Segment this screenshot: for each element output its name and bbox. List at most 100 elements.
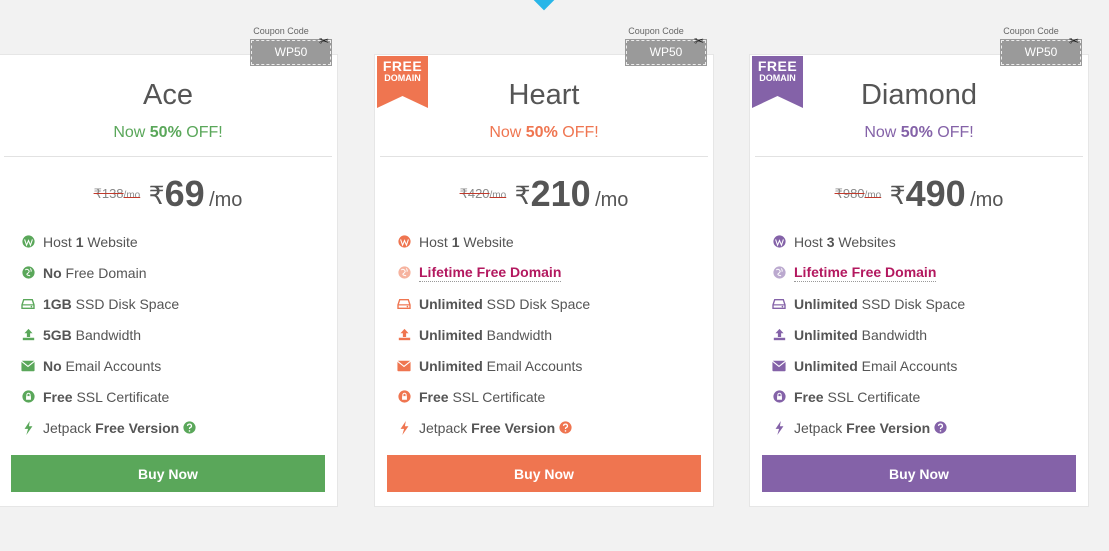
feature-text: Bandwidth [482, 326, 553, 343]
price: ₹138/mo ₹69 /mo [0, 173, 337, 215]
old-price-period: /mo [123, 190, 141, 201]
feature-item: Unlimited Bandwidth [772, 319, 965, 350]
feature-text: Free Version [471, 419, 556, 436]
envelope-icon [772, 360, 786, 372]
currency-symbol: ₹ [889, 182, 906, 210]
feature-item: Host 1 Website [397, 226, 590, 257]
feature-text: Jetpack [43, 419, 96, 436]
feature-text: No [43, 264, 62, 281]
lock-icon [772, 390, 786, 403]
upload-icon [21, 328, 35, 341]
feature-text: Unlimited [794, 357, 858, 374]
feature-text: Host [794, 233, 827, 250]
price: ₹420/mo ₹210 /mo [375, 173, 713, 215]
ribbon-line1: FREE [382, 58, 423, 74]
coupon-label: Coupon Code [1003, 26, 1059, 36]
offer-percent: 50% [525, 124, 558, 141]
feature-text: 1 [75, 233, 84, 250]
feature-text: SSL Certificate [448, 388, 546, 405]
feature-item: Lifetime Free Domain [772, 257, 965, 288]
feature-item: Jetpack Free Version [772, 412, 965, 443]
feature-text: Email Accounts [61, 357, 162, 374]
feature-text: 1GB [43, 295, 72, 312]
feature-list: Host 3 Websites Lifetime Free Domain Unl… [772, 226, 965, 443]
feature-text: Unlimited [419, 295, 483, 312]
help-icon[interactable] [183, 421, 196, 434]
old-price: ₹980/mo [835, 186, 882, 201]
globe-icon [21, 266, 35, 279]
old-price-value: ₹980 [834, 186, 865, 201]
free-domain-link[interactable]: Lifetime Free Domain [794, 264, 937, 282]
feature-item: Unlimited SSD Disk Space [397, 288, 590, 319]
bolt-icon [21, 420, 35, 435]
offer-text: Now 50% OFF! [0, 124, 337, 142]
buy-now-button[interactable]: Buy Now [11, 455, 325, 492]
coupon-label: Coupon Code [253, 26, 309, 36]
feature-text: Bandwidth [71, 326, 142, 343]
old-price-value: ₹420 [459, 186, 490, 201]
feature-item: Free SSL Certificate [397, 381, 590, 412]
feature-item: Unlimited SSD Disk Space [772, 288, 965, 319]
feature-item: 1GB SSD Disk Space [21, 288, 196, 319]
feature-item: Unlimited Bandwidth [397, 319, 590, 350]
feature-text: Unlimited [419, 357, 483, 374]
feature-text: Free [794, 388, 824, 405]
feature-list: Host 1 Website Lifetime Free Domain Unli… [397, 226, 590, 443]
hdd-icon [21, 298, 35, 310]
feature-text: 3 [826, 233, 835, 250]
feature-item: Host 1 Website [21, 226, 196, 257]
globe-icon [772, 266, 786, 279]
currency-symbol: ₹ [148, 182, 165, 210]
feature-text: SSD Disk Space [857, 295, 966, 312]
upload-icon [397, 328, 411, 341]
old-price-period: /mo [489, 190, 507, 201]
plan-name: Diamond [860, 79, 978, 111]
bolt-icon [772, 420, 786, 435]
offer-prefix: Now [113, 124, 150, 141]
price-period: /mo [595, 189, 629, 211]
feature-item: Jetpack Free Version [397, 412, 590, 443]
hdd-icon [397, 298, 411, 310]
feature-item: No Free Domain [21, 257, 196, 288]
offer-percent: 50% [149, 124, 182, 141]
feature-text: 5GB [43, 326, 72, 343]
offer-prefix: Now [864, 124, 901, 141]
feature-text: SSD Disk Space [482, 295, 591, 312]
plan-name: Heart [508, 79, 580, 111]
feature-text: SSL Certificate [823, 388, 921, 405]
feature-list: Host 1 Website No Free Domain 1GB SSD Di… [21, 226, 196, 443]
scissors-icon: ✂ [694, 34, 705, 48]
feature-text: Unlimited [794, 295, 858, 312]
scissors-icon: ✂ [1069, 34, 1080, 48]
feature-text: Free [43, 388, 73, 405]
feature-text: Unlimited [794, 326, 858, 343]
top-pointer-arrow [532, 0, 556, 11]
feature-item: Unlimited Email Accounts [772, 350, 965, 381]
buy-now-button[interactable]: Buy Now [387, 455, 701, 492]
price-period: /mo [970, 189, 1004, 211]
divider [4, 156, 332, 157]
feature-text: Unlimited [419, 326, 483, 343]
free-domain-link[interactable]: Lifetime Free Domain [419, 264, 562, 282]
scissors-icon: ✂ [319, 34, 330, 48]
feature-text: Free [419, 388, 449, 405]
feature-item: No Email Accounts [21, 350, 196, 381]
price: ₹980/mo ₹490 /mo [750, 173, 1088, 215]
feature-text: Jetpack [794, 419, 847, 436]
feature-text: Bandwidth [857, 326, 928, 343]
feature-item: Host 3 Websites [772, 226, 965, 257]
feature-item: Free SSL Certificate [21, 381, 196, 412]
feature-text: Free Domain [61, 264, 147, 281]
plan-card-diamond: Coupon Code WP50 ✂ FREE DOMAIN Diamond N… [749, 26, 1089, 507]
feature-text: Free Version [95, 419, 180, 436]
price-amount: 490 [905, 173, 966, 214]
help-icon[interactable] [934, 421, 947, 434]
buy-now-button[interactable]: Buy Now [762, 455, 1076, 492]
feature-text: Email Accounts [857, 357, 958, 374]
help-icon[interactable] [559, 421, 572, 434]
price-amount: 210 [530, 173, 591, 214]
price-period: /mo [209, 189, 243, 211]
feature-text: No [43, 357, 62, 374]
globe-icon [397, 266, 411, 279]
feature-text: Website [83, 233, 138, 250]
